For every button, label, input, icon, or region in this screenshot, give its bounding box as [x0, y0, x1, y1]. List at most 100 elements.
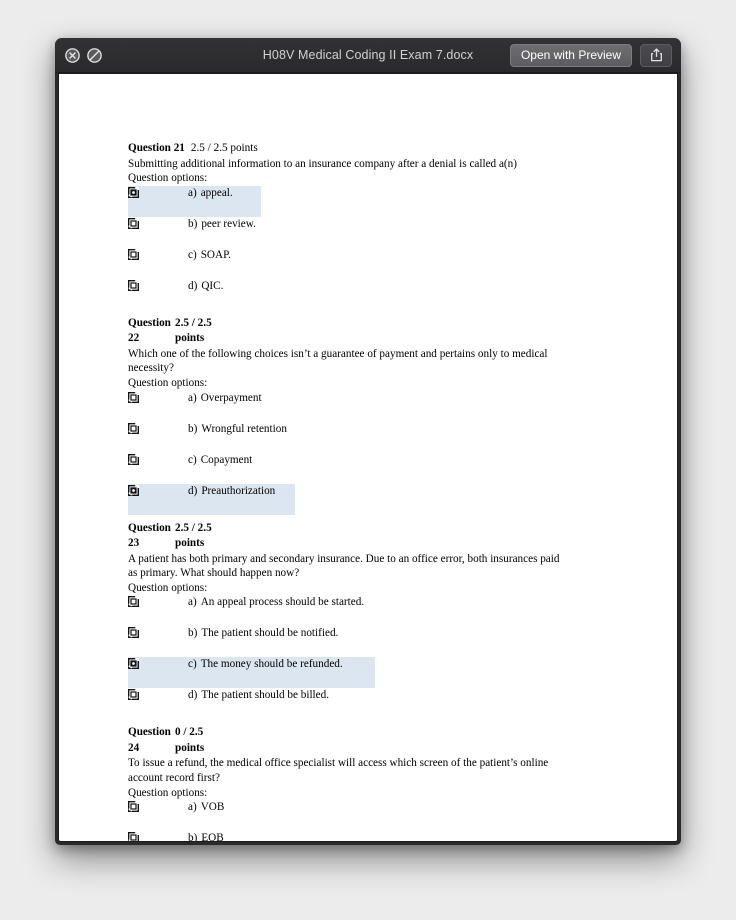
- question-options-label: Question options:: [128, 786, 208, 799]
- question-stem-line: necessity?: [128, 362, 174, 375]
- option-row[interactable]: d) Preauthorization: [128, 483, 647, 515]
- option-text: b) Wrongful retention: [188, 422, 287, 435]
- radio-empty-placeholder-icon: [128, 248, 139, 260]
- option-row[interactable]: b) The patient should be notified.: [128, 626, 647, 657]
- option-row[interactable]: a) VOB: [128, 800, 647, 831]
- radio-empty-placeholder-icon[interactable]: [128, 832, 140, 841]
- question-header: Question 21 2.5 / 2.5 points: [128, 141, 647, 156]
- document-page: Question 21 2.5 / 2.5 points Submitting ad…: [59, 74, 677, 841]
- question-block: Question 2.5 / 2.5 23 points A patient has b…: [128, 521, 647, 720]
- titlebar-right-controls: Open with Preview: [509, 38, 672, 72]
- radio-empty-placeholder-icon[interactable]: [128, 279, 140, 291]
- share-icon: [650, 48, 662, 62]
- radio-empty-placeholder-icon[interactable]: [128, 391, 140, 403]
- question-points-unit: points: [175, 741, 205, 754]
- question-points-unit: points: [175, 332, 205, 345]
- question-label: Question: [128, 316, 171, 329]
- question-number: 24: [128, 741, 140, 754]
- option-text: d) QIC.: [188, 279, 224, 292]
- option-row[interactable]: c) SOAP.: [128, 248, 647, 279]
- question-block: Question 21 2.5 / 2.5 points Submitting ad…: [128, 141, 647, 310]
- option-letter: b): [188, 832, 198, 841]
- question-block: Question 0 / 2.5 24 points To issue a refund…: [128, 725, 647, 841]
- option-letter: b): [188, 627, 198, 640]
- question-number: 23: [128, 537, 140, 550]
- question-label: Question: [128, 521, 171, 534]
- option-text: d) The patient should be billed.: [188, 689, 330, 702]
- radio-empty-placeholder-icon: [128, 596, 139, 608]
- question-header-cont: 23 points: [128, 536, 647, 551]
- option-text: c) SOAP.: [188, 248, 231, 261]
- option-row[interactable]: b) EOB: [128, 831, 647, 841]
- radio-empty-placeholder-icon[interactable]: [128, 596, 140, 608]
- option-letter: c): [188, 248, 197, 261]
- question-options-label: Question options:: [128, 172, 208, 185]
- radio-selected-placeholder-icon[interactable]: [128, 186, 140, 198]
- radio-empty-placeholder-icon[interactable]: [128, 627, 140, 639]
- question-stem-line: A patient has both primary and secondary…: [128, 552, 560, 565]
- option-row[interactable]: b) Wrongful retention: [128, 422, 647, 453]
- option-letter: c): [188, 658, 197, 671]
- question-stem-line: account record first?: [128, 772, 220, 784]
- radio-selected-placeholder-icon: [128, 658, 139, 670]
- question-stem-line: To issue a refund, the medical office sp…: [128, 757, 549, 770]
- window-titlebar: H08V Medical Coding II Exam 7.docx Open …: [55, 38, 681, 73]
- option-row[interactable]: a) An appeal process should be started.: [128, 595, 647, 626]
- radio-selected-placeholder-icon[interactable]: [128, 484, 140, 496]
- option-letter: b): [188, 422, 198, 435]
- titlebar-left-controls: [65, 38, 102, 72]
- option-text: a) VOB: [188, 801, 225, 814]
- radio-selected-placeholder-icon[interactable]: [128, 658, 140, 670]
- question-label: Question 21: [128, 142, 185, 154]
- radio-empty-placeholder-icon: [128, 217, 139, 229]
- question-points: 2.5 / 2.5: [175, 316, 212, 329]
- document-viewport[interactable]: Question 21 2.5 / 2.5 points Submitting ad…: [58, 73, 678, 842]
- radio-empty-placeholder-icon: [128, 422, 139, 434]
- close-circle-icon[interactable]: [65, 47, 80, 63]
- share-button[interactable]: [640, 43, 672, 67]
- radio-selected-placeholder-icon: [128, 484, 139, 496]
- open-with-preview-button[interactable]: Open with Preview: [509, 43, 632, 67]
- radio-selected-placeholder-icon: [128, 186, 139, 198]
- option-row[interactable]: a) Overpayment: [128, 391, 647, 422]
- option-row[interactable]: d) The patient should be billed.: [128, 688, 647, 719]
- option-text: b) The patient should be notified.: [188, 627, 339, 640]
- question-points: 2.5 / 2.5: [175, 521, 212, 534]
- option-letter: a): [188, 186, 197, 199]
- radio-empty-placeholder-icon: [128, 391, 139, 403]
- option-text: b) EOB: [188, 831, 224, 841]
- question-options-label: Question options:: [128, 581, 208, 594]
- document-content: Question 21 2.5 / 2.5 points Submitting ad…: [128, 141, 647, 841]
- radio-empty-placeholder-icon[interactable]: [128, 801, 140, 813]
- option-text: a) appeal.: [188, 186, 233, 199]
- question-stem-line: as primary. What should happen now?: [128, 567, 300, 580]
- option-text: c) Copayment: [188, 453, 253, 466]
- radio-empty-placeholder-icon[interactable]: [128, 217, 140, 229]
- question-header: Question 2.5 / 2.5: [128, 316, 647, 331]
- radio-empty-placeholder-icon[interactable]: [128, 422, 140, 434]
- radio-empty-placeholder-icon[interactable]: [128, 453, 140, 465]
- no-entry-circle-icon[interactable]: [87, 47, 102, 63]
- option-letter: c): [188, 453, 197, 466]
- question-points: 2.5 / 2.5 points: [190, 142, 258, 154]
- quicklook-window: H08V Medical Coding II Exam 7.docx Open …: [55, 38, 681, 845]
- question-header: Question 0 / 2.5: [128, 725, 647, 740]
- radio-empty-placeholder-icon[interactable]: [128, 248, 140, 260]
- radio-empty-placeholder-icon[interactable]: [128, 689, 140, 701]
- question-header-cont: 22 points: [128, 331, 647, 346]
- option-row[interactable]: c) The money should be refunded.: [128, 657, 647, 689]
- option-row[interactable]: b) peer review.: [128, 217, 647, 248]
- option-letter: a): [188, 596, 197, 609]
- option-row[interactable]: a) appeal.: [128, 185, 647, 217]
- option-letter: a): [188, 801, 197, 814]
- question-header-cont: 24 points: [128, 741, 647, 756]
- option-row[interactable]: d) QIC.: [128, 279, 647, 310]
- option-letter: a): [188, 391, 197, 404]
- option-letter: b): [188, 217, 198, 230]
- radio-empty-placeholder-icon: [128, 453, 139, 465]
- option-row[interactable]: c) Copayment: [128, 453, 647, 484]
- option-text: a) An appeal process should be started.: [188, 596, 365, 609]
- question-number: 22: [128, 332, 140, 345]
- option-text: b) peer review.: [188, 217, 256, 230]
- question-stem-line: Submitting additional information to an …: [128, 157, 517, 170]
